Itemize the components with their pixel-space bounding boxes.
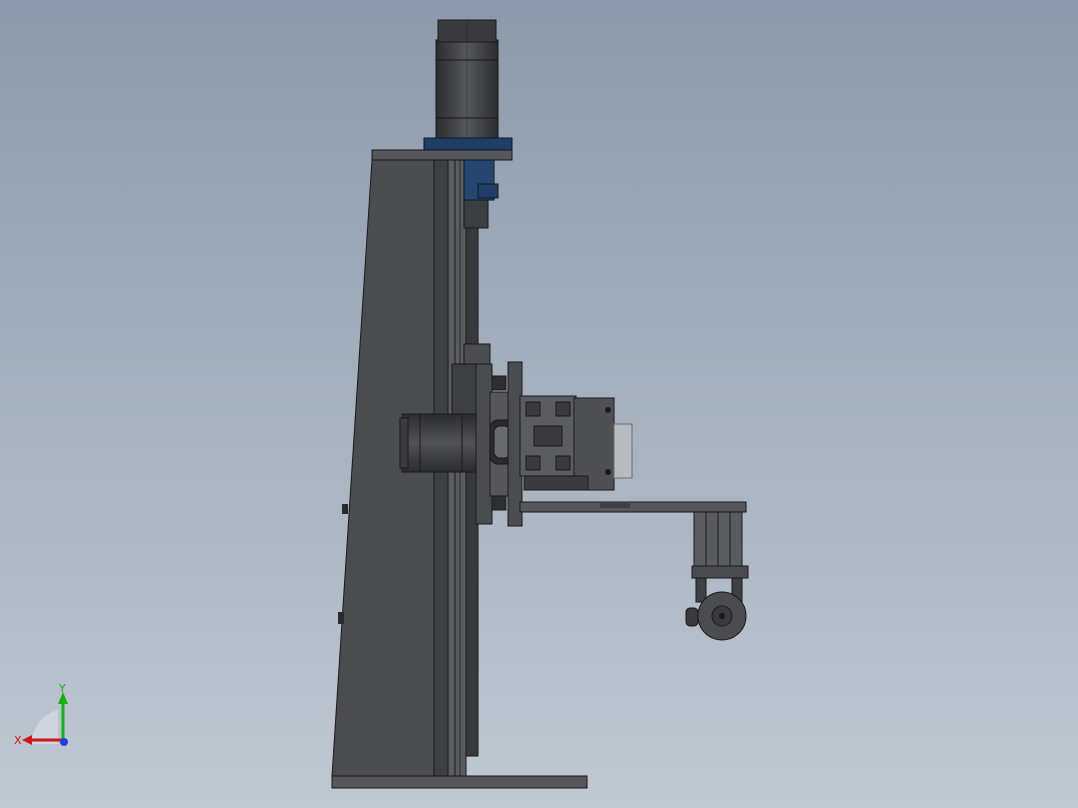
motor-mount-flange[interactable] xyxy=(423,137,513,151)
graphics-viewport[interactable]: Y X xyxy=(0,0,1078,808)
base-plate[interactable] xyxy=(331,775,588,789)
x-axis-label: X xyxy=(14,734,22,747)
y-axis-label: Y xyxy=(58,682,66,695)
output-shaft[interactable] xyxy=(613,423,633,479)
x-axis-arrow-icon xyxy=(22,735,32,745)
carriage-upper-block[interactable] xyxy=(463,343,491,367)
carriage-bracket[interactable] xyxy=(451,363,479,415)
top-cap-plate[interactable] xyxy=(371,149,513,161)
cad-model-side-view[interactable] xyxy=(0,0,1078,808)
z-axis-icon xyxy=(60,738,68,746)
coordinate-triad: Y X xyxy=(14,682,68,747)
gripper-clamp[interactable] xyxy=(691,565,749,579)
horizontal-arm[interactable] xyxy=(519,501,747,513)
rotary-stepper-motor[interactable] xyxy=(401,413,477,473)
